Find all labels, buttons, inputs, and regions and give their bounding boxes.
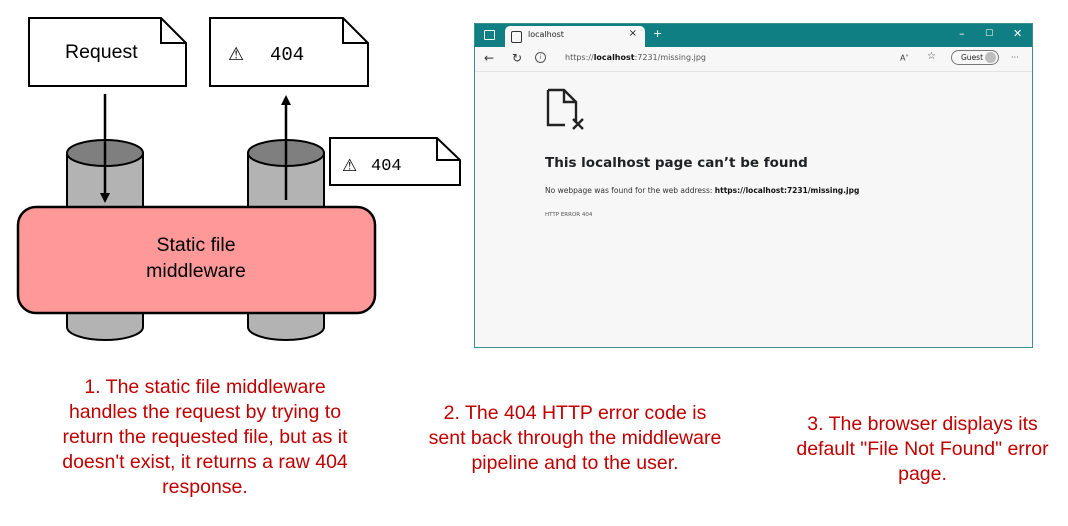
browser-titlebar: localhost × + – ▢ ✕ [475,24,1032,47]
warning-icon: ⚠ [342,156,357,176]
maximize-icon[interactable]: ▢ [985,28,994,38]
caption-step3: 3. The browser displays its default "Fil… [796,413,1049,485]
middleware-label-line2: middleware [146,260,246,282]
tab-actions-icon[interactable] [484,30,495,40]
returned-404-code: 404 [371,157,402,176]
profile-button[interactable]: Guest [951,50,999,65]
info-icon[interactable]: i [535,52,546,63]
error-message: No webpage was found for the web address… [545,186,860,195]
browser-window: localhost × + – ▢ ✕ ← ↻ i https://localh… [474,23,1033,348]
caption-step1: 1. The static file middleware handles th… [62,376,348,498]
missing-file-icon [546,88,584,130]
error-url: https://localhost:7231/missing.jpg [714,186,860,195]
caption-step2: 2. The 404 HTTP error code is sent back … [428,402,722,474]
error-code: HTTP ERROR 404 [545,212,593,218]
warning-icon: ⚠ [228,44,244,65]
new-tab-icon[interactable]: + [653,27,662,40]
error-heading: This localhost page can’t be found [545,155,808,171]
avatar-icon [985,52,996,63]
request-label: Request [65,41,138,63]
address-bar[interactable]: https://localhost:7231/missing.jpg [565,53,706,62]
pipeline-diagram: Static file middleware Request ⚠ 404 ⚠ 4… [16,17,461,341]
favorites-icon[interactable]: ☆ [927,51,936,62]
response-404-code: 404 [270,44,304,66]
address-toolbar: ← ↻ i https://localhost:7231/missing.jpg… [475,47,1032,72]
tab-title: localhost [528,30,564,39]
more-menu-icon[interactable]: ··· [1011,53,1019,62]
back-icon[interactable]: ← [484,51,494,65]
middleware-label-line1: Static file [156,234,235,256]
read-aloud-icon[interactable]: A» [900,53,909,63]
page-favicon-icon [511,31,522,43]
minimize-icon[interactable]: – [959,27,965,40]
close-tab-icon[interactable]: × [629,28,637,39]
close-window-icon[interactable]: ✕ [1013,27,1022,40]
refresh-icon[interactable]: ↻ [512,51,522,65]
browser-tab[interactable]: localhost × [505,26,645,47]
